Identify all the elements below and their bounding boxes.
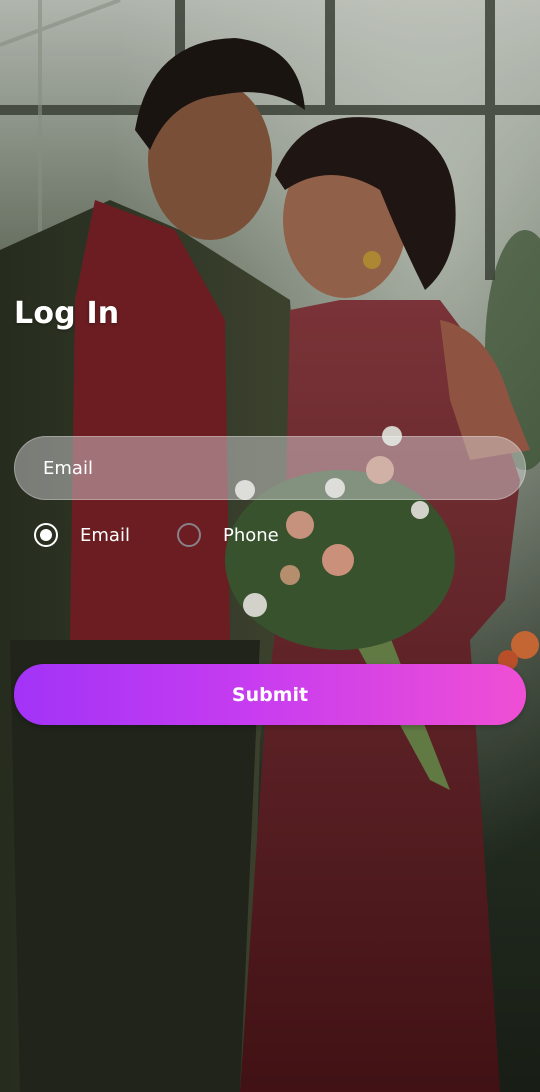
submit-button[interactable]: Submit [14, 664, 526, 725]
radio-selected-icon[interactable] [34, 523, 58, 547]
email-input[interactable] [14, 436, 526, 500]
radio-dot [40, 529, 52, 541]
radio-option-phone[interactable]: Phone [177, 520, 279, 550]
radio-label-phone: Phone [223, 524, 279, 546]
radio-label-email: Email [80, 524, 130, 546]
page-title: Log In [14, 296, 120, 331]
radio-option-email[interactable]: Email [34, 520, 130, 550]
login-screen: Log In Email Phone Submit [0, 0, 540, 1092]
radio-unselected-icon[interactable] [177, 523, 201, 547]
